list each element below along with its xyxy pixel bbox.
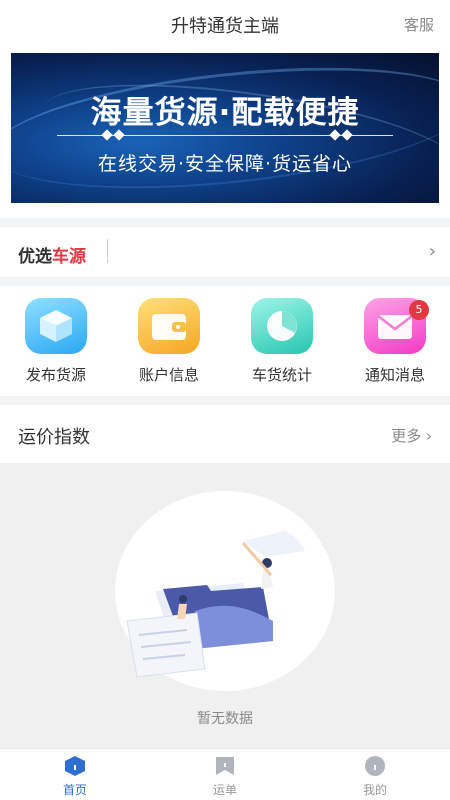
bottom-tab-bar: 首页 运单 我的 bbox=[0, 748, 450, 800]
tab-label: 首页 bbox=[62, 783, 87, 797]
featured-label-red: 车源 bbox=[52, 247, 86, 267]
featured-divider bbox=[107, 239, 108, 263]
empty-state: 暂无数据 bbox=[0, 463, 450, 748]
quick-actions-grid: 发布货源 账户信息 车货统计 5 通知消息 bbox=[0, 286, 450, 396]
action-label: 账户信息 bbox=[138, 366, 199, 384]
profile-icon bbox=[365, 756, 385, 776]
page-title: 升特通货主端 bbox=[171, 16, 279, 37]
tab-profile[interactable]: 我的 bbox=[335, 755, 415, 799]
chevron-right-icon: › bbox=[426, 427, 432, 445]
waybill-icon bbox=[216, 757, 234, 775]
tab-label: 运单 bbox=[212, 783, 237, 797]
empty-illustration bbox=[115, 491, 335, 691]
unread-badge: 5 bbox=[409, 300, 429, 320]
featured-label-black: 优选 bbox=[18, 247, 52, 267]
wallet-icon bbox=[138, 298, 200, 354]
cube-icon bbox=[25, 298, 87, 354]
action-account-info[interactable]: 账户信息 bbox=[113, 286, 225, 396]
empty-text: 暂无数据 bbox=[197, 711, 253, 727]
banner-headline: 海量货源·配载便捷 bbox=[90, 95, 360, 131]
app-header: 升特通货主端 客服 bbox=[0, 0, 450, 46]
action-label: 发布货源 bbox=[25, 366, 86, 384]
banner-subline: 在线交易·安全保障·货运省心 bbox=[97, 153, 353, 175]
tab-home[interactable]: 首页 bbox=[35, 755, 115, 799]
action-cargo-stats[interactable]: 车货统计 bbox=[226, 286, 338, 396]
pie-chart-icon bbox=[251, 298, 313, 354]
promo-banner[interactable]: 海量货源·配载便捷 在线交易·安全保障·货运省心 bbox=[11, 53, 439, 203]
more-label: 更多 bbox=[391, 427, 422, 445]
price-index-header: 运价指数 更多 › bbox=[0, 405, 450, 463]
featured-vehicles-row[interactable]: 优选车源 › bbox=[0, 227, 450, 277]
chevron-right-icon: › bbox=[428, 241, 436, 262]
price-index-title: 运价指数 bbox=[18, 427, 90, 448]
banner-section: 海量货源·配载便捷 在线交易·安全保障·货运省心 bbox=[0, 46, 450, 218]
action-publish-cargo[interactable]: 发布货源 bbox=[0, 286, 112, 396]
more-link[interactable]: 更多 › bbox=[391, 425, 432, 446]
home-icon bbox=[65, 756, 85, 776]
featured-label: 优选车源 bbox=[18, 242, 86, 267]
action-label: 通知消息 bbox=[364, 366, 425, 384]
action-label: 车货统计 bbox=[251, 366, 312, 384]
tab-label: 我的 bbox=[362, 783, 387, 797]
tab-waybill[interactable]: 运单 bbox=[185, 755, 265, 799]
action-notifications[interactable]: 5 通知消息 bbox=[339, 286, 450, 396]
customer-service-link[interactable]: 客服 bbox=[404, 14, 434, 35]
